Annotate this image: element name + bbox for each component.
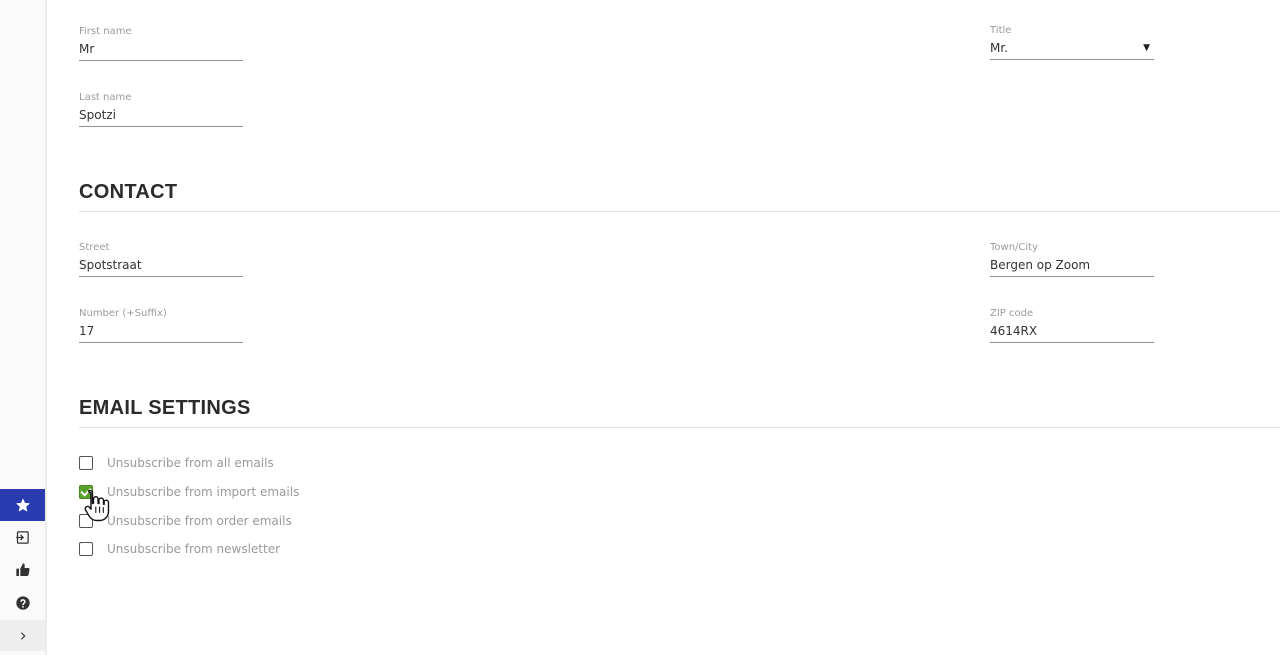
profile-page: First name Mr Title Mr. ▼ Last name Spot… xyxy=(0,0,1280,655)
star-icon xyxy=(15,498,30,512)
unsubscribe-newsletter-label[interactable]: Unsubscribe from newsletter xyxy=(107,542,280,556)
unsubscribe-newsletter-checkbox[interactable] xyxy=(79,542,93,556)
dropdown-caret-icon[interactable]: ▼ xyxy=(1143,37,1150,59)
zip-field[interactable]: ZIP code 4614RX xyxy=(990,307,1154,343)
sidebar-expand-button[interactable] xyxy=(0,620,45,651)
first-name-field[interactable]: First name Mr xyxy=(79,25,243,61)
title-select[interactable]: Mr. ▼ xyxy=(990,37,1154,60)
sidebar-help-button[interactable] xyxy=(0,587,45,619)
zip-label: ZIP code xyxy=(990,308,1034,319)
chevron-right-icon xyxy=(20,631,26,640)
unsubscribe-all-checkbox[interactable] xyxy=(79,456,93,470)
street-field[interactable]: Street Spotstraat xyxy=(79,241,243,277)
unsubscribe-all-option[interactable]: Unsubscribe from all emails xyxy=(79,454,274,472)
number-field[interactable]: Number (+Suffix) 17 xyxy=(79,307,243,343)
sidebar-favorites-button[interactable] xyxy=(0,489,45,521)
last-name-label: Last name xyxy=(79,92,132,103)
thumbs-up-icon xyxy=(15,563,30,576)
sidebar-divider xyxy=(45,0,47,655)
email-settings-heading: EMAIL SETTINGS xyxy=(79,397,251,419)
contact-section-header: CONTACT xyxy=(79,178,1280,212)
first-name-label: First name xyxy=(79,26,132,37)
help-icon xyxy=(15,596,30,610)
first-name-input[interactable]: Mr xyxy=(79,38,243,61)
title-label: Title xyxy=(990,25,1012,36)
zip-input[interactable]: 4614RX xyxy=(990,320,1154,343)
email-settings-divider xyxy=(79,427,1280,428)
email-settings-section-header: EMAIL SETTINGS xyxy=(79,394,1280,428)
unsubscribe-import-label[interactable]: Unsubscribe from import emails xyxy=(107,485,299,499)
sign-in-icon xyxy=(16,530,29,544)
contact-heading: CONTACT xyxy=(79,181,178,203)
unsubscribe-all-label[interactable]: Unsubscribe from all emails xyxy=(107,456,274,470)
unsubscribe-order-option[interactable]: Unsubscribe from order emails xyxy=(79,512,292,530)
town-field[interactable]: Town/City Bergen op Zoom xyxy=(990,241,1154,277)
last-name-field[interactable]: Last name Spotzi xyxy=(79,91,243,127)
unsubscribe-newsletter-option[interactable]: Unsubscribe from newsletter xyxy=(79,540,280,558)
number-input[interactable]: 17 xyxy=(79,320,243,343)
title-selected-value: Mr. xyxy=(990,41,1008,55)
unsubscribe-order-label[interactable]: Unsubscribe from order emails xyxy=(107,514,292,528)
sidebar-feedback-button[interactable] xyxy=(0,554,45,586)
town-input[interactable]: Bergen op Zoom xyxy=(990,254,1154,277)
sidebar-login-button[interactable] xyxy=(0,521,45,553)
unsubscribe-import-option[interactable]: Unsubscribe from import emails xyxy=(79,483,299,501)
contact-divider xyxy=(79,211,1280,212)
street-label: Street xyxy=(79,242,110,253)
last-name-input[interactable]: Spotzi xyxy=(79,104,243,127)
number-label: Number (+Suffix) xyxy=(79,308,167,319)
title-field[interactable]: Title Mr. ▼ xyxy=(990,24,1154,60)
hand-cursor-icon xyxy=(84,489,110,522)
town-label: Town/City xyxy=(990,242,1039,253)
left-sidebar xyxy=(0,0,46,655)
street-input[interactable]: Spotstraat xyxy=(79,254,243,277)
